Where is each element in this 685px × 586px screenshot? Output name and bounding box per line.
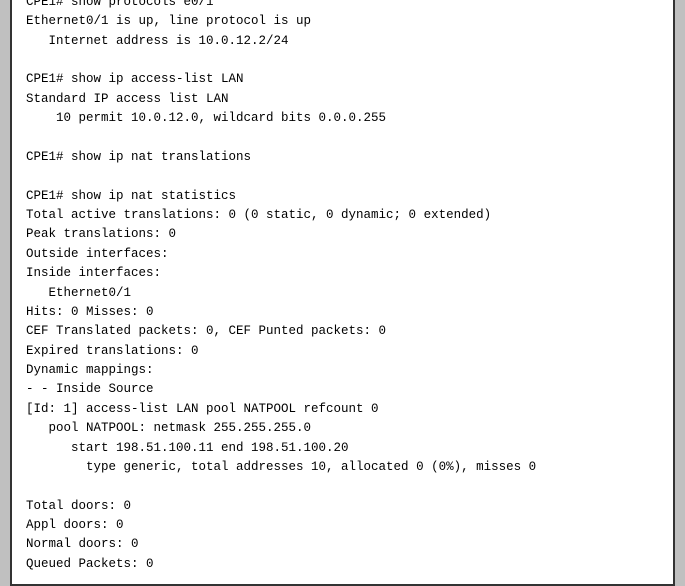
terminal-output: CPE1# show protocols e0/1 Ethernet0/1 is… — [10, 0, 675, 586]
